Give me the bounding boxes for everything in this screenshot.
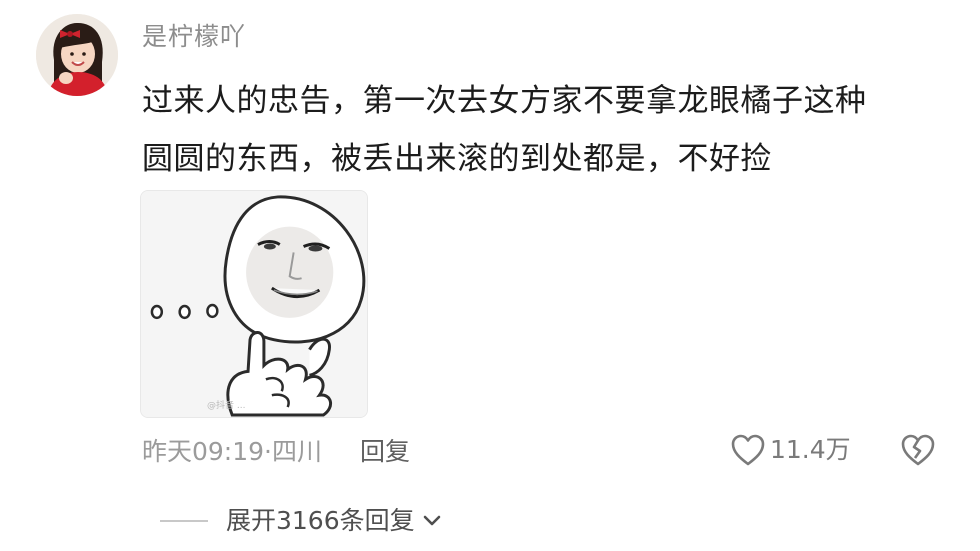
- comment-card: 是柠檬吖 过来人的忠告，第一次去女方家不要拿龙眼橘子这种 圆圆的东西，被丢出来滚…: [0, 0, 980, 551]
- comment-time: 昨天09:19: [142, 437, 265, 466]
- expand-replies-label: 展开3166条回复: [226, 506, 415, 535]
- like-count: 11.4万: [770, 435, 851, 464]
- sticker-watermark: @抖音 ...: [207, 401, 246, 411]
- comment-location: 四川: [272, 437, 323, 466]
- heart-outline-icon: [731, 434, 765, 466]
- chevron-down-icon: [423, 515, 440, 526]
- smiling-face-meme-sticker: [141, 191, 367, 417]
- sticker-image[interactable]: @抖音 ...: [140, 190, 368, 418]
- username[interactable]: 是柠檬吖: [142, 20, 246, 54]
- reply-button[interactable]: 回复: [360, 434, 410, 470]
- dislike-button[interactable]: [899, 432, 937, 468]
- avatar-image: [36, 14, 118, 96]
- avatar[interactable]: [36, 14, 118, 96]
- divider-line: [160, 520, 208, 522]
- comment-meta: 昨天09:19 · 四川 回复: [142, 434, 410, 470]
- broken-heart-icon: [901, 434, 935, 466]
- comment-text: 过来人的忠告，第一次去女方家不要拿龙眼橘子这种 圆圆的东西，被丢出来滚的到处都是…: [142, 72, 942, 188]
- meta-separator: ·: [264, 437, 272, 466]
- comment-text-line: 圆圆的东西，被丢出来滚的到处都是，不好捡: [142, 141, 772, 177]
- comment-text-line: 过来人的忠告，第一次去女方家不要拿龙眼橘子这种: [142, 83, 867, 119]
- expand-replies-button[interactable]: 展开3166条回复: [160, 503, 443, 539]
- like-button[interactable]: 11.4万: [730, 432, 851, 468]
